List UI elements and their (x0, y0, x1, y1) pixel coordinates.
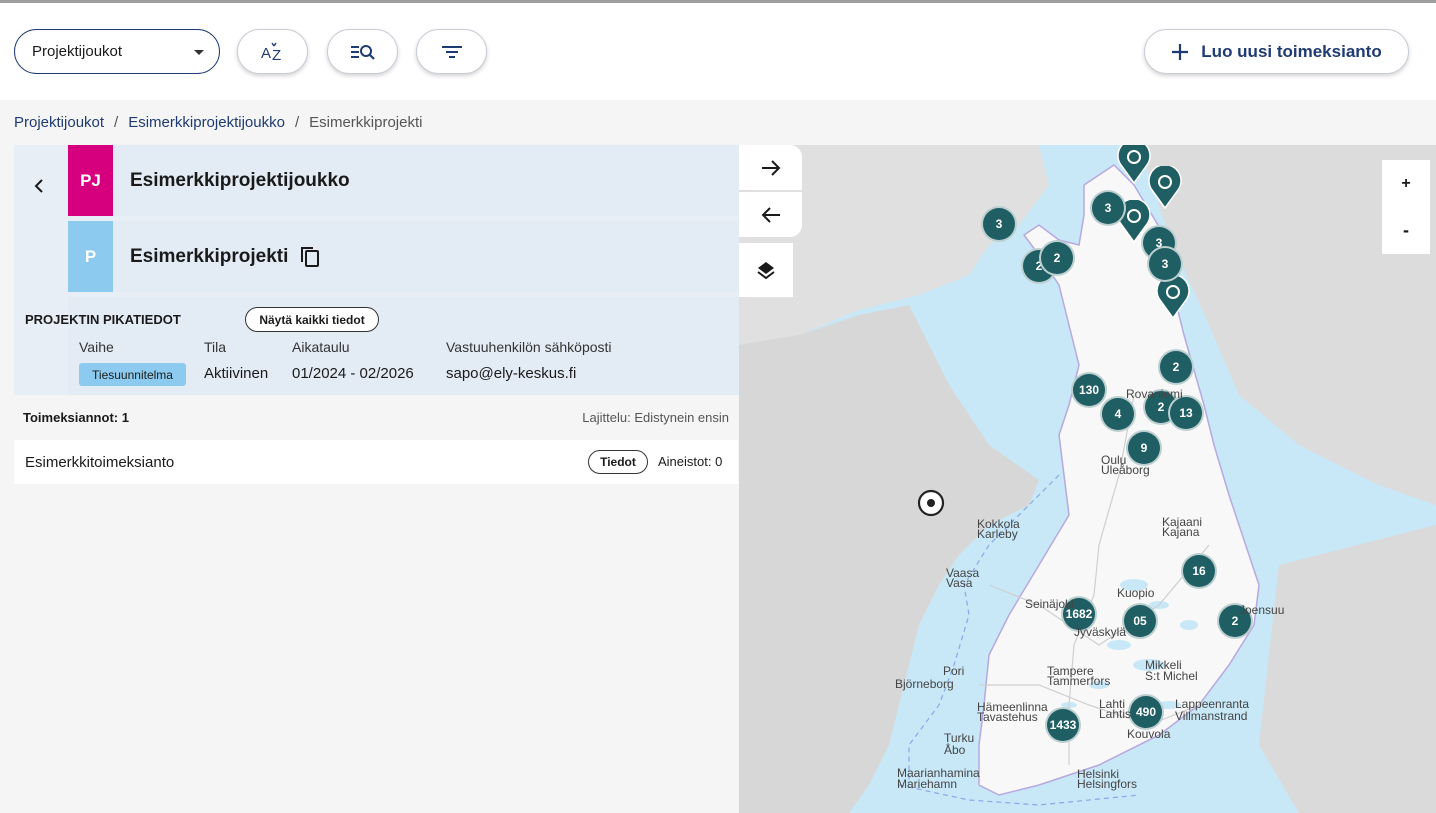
map-base (739, 145, 1436, 813)
map-city-label: Rovaniemi (1126, 387, 1183, 401)
map-pin-icon[interactable] (1156, 276, 1190, 320)
map-cluster[interactable]: 9 (1126, 430, 1162, 466)
breadcrumb-item-project-group[interactable]: Esimerkkiprojektijoukko (128, 114, 285, 131)
view-select[interactable]: Projektijoukot (14, 29, 220, 74)
schedule-value: 01/2024 - 02/2026 (292, 365, 414, 382)
map-cluster[interactable]: 2 (1039, 240, 1075, 276)
map-city-label: Mariehamn (897, 777, 958, 791)
map-city-label: Seinäjoki (1025, 597, 1074, 611)
arrow-right-icon (761, 159, 780, 176)
project-panel: PJ Esimerkkiprojektijoukko P Esimerkkipr… (14, 145, 739, 395)
map-city-label: S:t Michel (1145, 669, 1198, 683)
plus-icon (1172, 43, 1189, 60)
map-city-label: Villmanstrand (1175, 709, 1248, 723)
layers-button[interactable] (739, 243, 793, 297)
stage-badge: Tiesuunnitelma (79, 363, 186, 386)
filter-button[interactable] (416, 29, 487, 74)
show-all-details-button[interactable]: Näytä kaikki tiedot (245, 307, 379, 332)
collapse-map-button[interactable] (739, 192, 802, 237)
breadcrumb-item-current: Esimerkkiprojekti (309, 114, 423, 131)
chevron-left-icon (34, 179, 43, 193)
quick-info-title: PROJEKTIN PIKATIEDOT (25, 312, 181, 327)
project-row[interactable]: P Esimerkkiprojekti (68, 221, 739, 292)
view-select-value: Projektijoukot (32, 43, 123, 60)
breadcrumb: Projektijoukot / Esimerkkiprojektijoukko… (14, 114, 422, 131)
zoom-out-button[interactable]: - (1382, 207, 1430, 254)
map[interactable]: + - 3 3 3 3 2 2 130 2 4 2 13 9 16 1682 0… (739, 145, 1436, 813)
chevron-down-icon (194, 50, 204, 55)
collapse-panel-button[interactable] (14, 145, 64, 395)
svg-text:A: A (261, 45, 271, 62)
assignments-sort[interactable]: Lajittelu: Edistynein ensin (582, 410, 729, 425)
map-city-label: Lahtis (1099, 707, 1132, 721)
schedule-label: Aikataulu (292, 339, 350, 355)
new-assignment-label: Luo uusi toimeksianto (1201, 41, 1382, 61)
status-label: Tila (204, 339, 227, 355)
map-city-label: Kajana (1162, 525, 1200, 539)
map-cluster[interactable]: 2 (1158, 349, 1194, 385)
project-name: Esimerkkiprojekti (130, 245, 289, 267)
map-cluster[interactable]: 1433 (1045, 707, 1081, 743)
filter-icon (441, 45, 462, 58)
assignment-details-button[interactable]: Tiedot (588, 450, 648, 474)
assignment-materials: Aineistot: 0 (658, 454, 723, 469)
map-city-label: Jyväskylä (1074, 625, 1127, 639)
map-cluster[interactable]: 05 (1122, 603, 1158, 639)
map-city-label: Björneborg (895, 677, 954, 691)
sort-button[interactable]: A Z (237, 29, 308, 74)
map-cluster[interactable]: 3 (1147, 246, 1183, 282)
map-pin-icon[interactable] (1117, 145, 1151, 185)
list-search-button[interactable] (327, 29, 398, 74)
toolbar: Projektijoukot A Z Luo uusi toimeksianto (0, 3, 1436, 100)
map-city-label: Tavastehus (977, 710, 1038, 724)
assignment-name: Esimerkkitoimeksianto (25, 453, 175, 471)
map-city-label: Kouvola (1127, 727, 1171, 741)
project-group-name: Esimerkkiprojektijoukko (130, 169, 350, 191)
email-label: Vastuuhenkilön sähköposti (446, 339, 612, 355)
expand-map-button[interactable] (739, 145, 802, 190)
map-cluster[interactable]: 16 (1181, 553, 1217, 589)
map-pin-icon[interactable] (1148, 166, 1182, 210)
sort-az-icon: A Z (261, 42, 281, 63)
map-city-label: Vasa (946, 576, 973, 590)
new-assignment-button[interactable]: Luo uusi toimeksianto (1144, 29, 1409, 74)
map-city-label: Åbo (944, 743, 966, 757)
project-group-badge: PJ (68, 145, 113, 216)
status-value: Aktiivinen (204, 365, 269, 382)
map-city-label: Pori (943, 664, 965, 678)
map-cluster[interactable]: 4 (1100, 396, 1136, 432)
breadcrumb-item-project-groups[interactable]: Projektijoukot (14, 114, 104, 131)
stage-label: Vaihe (79, 339, 114, 355)
map-city-label: Uleåborg (1101, 463, 1150, 477)
breadcrumb-separator: / (294, 114, 300, 131)
map-cluster[interactable]: 3 (981, 206, 1017, 242)
map-city-label: Kuopio (1117, 586, 1155, 600)
map-city-label: Helsingfors (1077, 777, 1138, 791)
assignments-count: Toimeksiannot: 1 (23, 410, 129, 425)
map-city-label: Joensuu (1239, 603, 1285, 617)
list-item[interactable]: Esimerkkitoimeksianto Tiedot Aineistot: … (14, 440, 738, 484)
layers-icon (757, 262, 775, 280)
breadcrumb-separator: / (114, 114, 119, 131)
project-group-row[interactable]: PJ Esimerkkiprojektijoukko (68, 145, 739, 216)
svg-text:Z: Z (272, 47, 281, 63)
email-value: sapo@ely-keskus.fi (446, 365, 577, 382)
map-city-label: Karleby (977, 527, 1018, 541)
list-search-icon (350, 44, 375, 60)
copy-icon[interactable] (300, 246, 320, 268)
map-cluster[interactable]: 490 (1128, 694, 1164, 730)
zoom-in-button[interactable]: + (1382, 160, 1430, 207)
map-cluster[interactable]: 3 (1090, 190, 1126, 226)
map-cluster[interactable]: 130 (1071, 372, 1107, 408)
map-city-label: Tammerfors (1047, 674, 1111, 688)
project-badge: P (68, 221, 113, 292)
arrow-left-icon (761, 206, 780, 223)
